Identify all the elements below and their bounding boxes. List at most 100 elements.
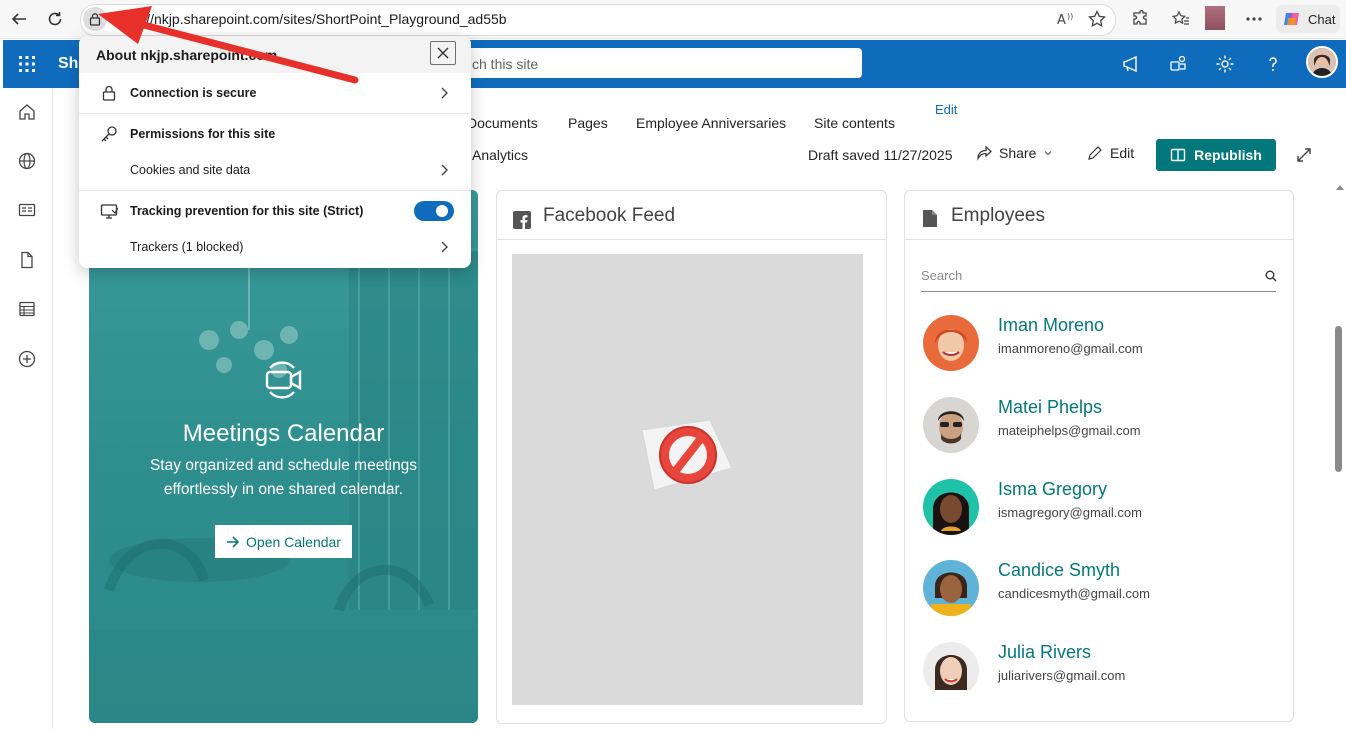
copilot-icon — [1284, 13, 1299, 25]
copilot-chat-button[interactable]: Chat — [1276, 5, 1340, 33]
employee-row[interactable]: Matei Phelps mateiphelps@gmail.com — [923, 397, 1273, 457]
meetings-description: Stay organized and schedule meetings eff… — [149, 457, 418, 498]
draft-status: Draft saved 11/27/2025 — [808, 147, 953, 163]
employees-card: Employees Search Iman Moreno imanmoreno@… — [904, 190, 1294, 722]
refresh-button[interactable] — [42, 6, 68, 32]
employee-name[interactable]: Julia Rivers — [998, 642, 1091, 663]
scroll-up-arrow-icon[interactable] — [1336, 184, 1344, 190]
lists-icon[interactable] — [16, 298, 38, 320]
employee-photo — [923, 642, 979, 698]
employee-search-placeholder: Search — [921, 268, 963, 283]
app-launcher-icon[interactable] — [18, 55, 36, 73]
expand-icon[interactable] — [1295, 146, 1313, 164]
extensions-icon[interactable] — [1129, 8, 1151, 30]
employee-email[interactable]: mateiphelps@gmail.com — [998, 423, 1141, 438]
employee-email[interactable]: imanmoreno@gmail.com — [998, 341, 1143, 356]
left-app-rail — [0, 88, 53, 729]
divider — [79, 113, 471, 114]
files-icon[interactable] — [16, 249, 38, 271]
close-icon — [437, 47, 449, 59]
tracking-toggle[interactable] — [414, 201, 454, 221]
settings-gear-icon[interactable] — [1213, 52, 1237, 76]
scrollbar-thumb[interactable] — [1335, 326, 1342, 472]
employee-photo — [923, 560, 979, 616]
employee-row[interactable]: Candice Smyth candicesmyth@gmail.com — [923, 560, 1273, 620]
teams-share-icon[interactable] — [1166, 52, 1190, 76]
employee-row[interactable]: Isma Gregory ismagregory@gmail.com — [923, 479, 1273, 539]
home-icon[interactable] — [16, 101, 38, 123]
news-icon[interactable] — [16, 199, 38, 221]
lock-icon — [99, 83, 119, 103]
edit-nav-link[interactable]: Edit — [935, 102, 957, 117]
popup-title: About nkjp.sharepoint.com — [96, 47, 278, 63]
employees-title: Employees — [951, 205, 1045, 226]
edit-label: Edit — [1110, 145, 1135, 161]
connection-row[interactable]: Connection is secure — [79, 75, 471, 111]
search-icon[interactable] — [1265, 270, 1277, 282]
tracking-row[interactable]: Tracking prevention for this site (Stric… — [79, 193, 471, 229]
share-button[interactable]: Share — [976, 145, 1053, 161]
url-text[interactable]: https://nkjp.sharepoint.com/sites/ShortP… — [112, 11, 507, 27]
employee-row[interactable]: Iman Moreno imanmoreno@gmail.com — [923, 315, 1273, 375]
book-open-icon — [1170, 148, 1186, 162]
trackers-label: Trackers (1 blocked) — [130, 240, 244, 254]
nav-employee-anniversaries[interactable]: Employee Anniversaries — [636, 115, 786, 131]
nav-documents[interactable]: Documents — [467, 115, 538, 131]
analytics-button[interactable]: Analytics — [472, 147, 528, 163]
share-icon — [977, 145, 992, 161]
employee-email[interactable]: juliarivers@gmail.com — [998, 668, 1125, 683]
toggle-knob — [436, 205, 448, 217]
globe-icon[interactable] — [16, 150, 38, 172]
republish-button[interactable]: Republish — [1156, 139, 1276, 171]
chat-label: Chat — [1308, 11, 1336, 27]
facebook-embed-frame — [512, 254, 863, 705]
chevron-right-icon — [441, 241, 448, 253]
chevron-right-icon — [441, 87, 448, 99]
employee-email[interactable]: candicesmyth@gmail.com — [998, 586, 1150, 601]
more-options-icon[interactable] — [1243, 8, 1265, 30]
create-plus-icon[interactable] — [16, 348, 38, 370]
user-avatar[interactable] — [1306, 46, 1338, 78]
employee-search-input[interactable]: Search — [921, 265, 1277, 292]
share-label: Share — [999, 145, 1037, 161]
chevron-down-icon — [1044, 151, 1052, 156]
employee-row[interactable]: Julia Rivers juliarivers@gmail.com — [923, 642, 1273, 702]
republish-label: Republish — [1194, 147, 1262, 163]
help-icon[interactable] — [1261, 52, 1285, 76]
nav-site-contents[interactable]: Site contents — [814, 115, 895, 131]
permissions-row[interactable]: Permissions for this site — [79, 116, 471, 152]
back-button[interactable] — [6, 6, 32, 32]
close-button[interactable] — [430, 41, 456, 65]
profile-avatar-icon[interactable] — [1205, 6, 1225, 30]
back-arrow-icon — [11, 13, 26, 25]
employee-name[interactable]: Isma Gregory — [998, 479, 1107, 500]
favorite-star-icon[interactable] — [1086, 8, 1108, 30]
chevron-right-icon — [441, 164, 448, 176]
edit-button[interactable]: Edit — [1087, 145, 1134, 161]
employee-email[interactable]: ismagregory@gmail.com — [998, 505, 1142, 520]
employee-name[interactable]: Iman Moreno — [998, 315, 1104, 336]
refresh-icon — [48, 12, 62, 26]
nav-pages[interactable]: Pages — [568, 115, 608, 131]
cookies-row[interactable]: Cookies and site data — [79, 152, 471, 188]
arrow-right-icon — [227, 535, 240, 548]
employee-name[interactable]: Candice Smyth — [998, 560, 1120, 581]
open-calendar-button[interactable]: Open Calendar — [215, 525, 352, 558]
employee-name[interactable]: Matei Phelps — [998, 397, 1102, 418]
favorites-list-icon[interactable] — [1170, 8, 1192, 30]
document-icon — [923, 210, 937, 227]
key-icon — [99, 124, 119, 144]
trackers-row[interactable]: Trackers (1 blocked) — [79, 229, 471, 265]
announcement-icon[interactable] — [1119, 52, 1143, 76]
site-search-placeholder[interactable]: ch this site — [472, 56, 538, 72]
tracking-prevention-icon — [99, 201, 119, 221]
divider — [79, 190, 471, 191]
meetings-title: Meetings Calendar — [182, 420, 385, 447]
pencil-icon — [1088, 146, 1102, 160]
video-camera-icon — [264, 358, 304, 402]
site-info-button[interactable] — [83, 7, 107, 31]
facebook-feed-card: Facebook Feed — [496, 190, 887, 724]
svg-text:A: A — [1057, 13, 1066, 27]
permissions-label: Permissions for this site — [130, 127, 276, 141]
read-aloud-icon[interactable]: A)) — [1055, 8, 1077, 30]
